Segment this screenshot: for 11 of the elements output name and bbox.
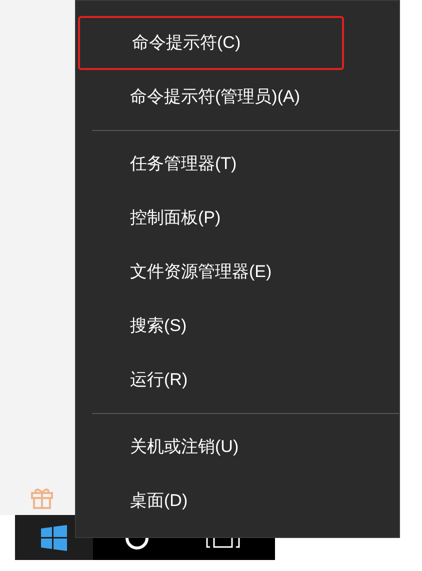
menu-item[interactable]: 运行(R): [76, 353, 396, 407]
menu-item[interactable]: 桌面(D): [76, 474, 396, 528]
menu-item[interactable]: 命令提示符(管理员)(A): [76, 70, 396, 124]
menu-item[interactable]: 命令提示符(C): [78, 16, 344, 70]
menu-item[interactable]: 搜索(S): [76, 299, 396, 353]
menu-item[interactable]: 文件资源管理器(E): [76, 245, 396, 299]
gift-icon: [30, 487, 54, 509]
menu-item[interactable]: 任务管理器(T): [76, 137, 396, 191]
windows-logo-icon: [41, 524, 67, 550]
menu-item[interactable]: 控制面板(P): [76, 191, 396, 245]
menu-item[interactable]: 关机或注销(U): [76, 420, 396, 474]
